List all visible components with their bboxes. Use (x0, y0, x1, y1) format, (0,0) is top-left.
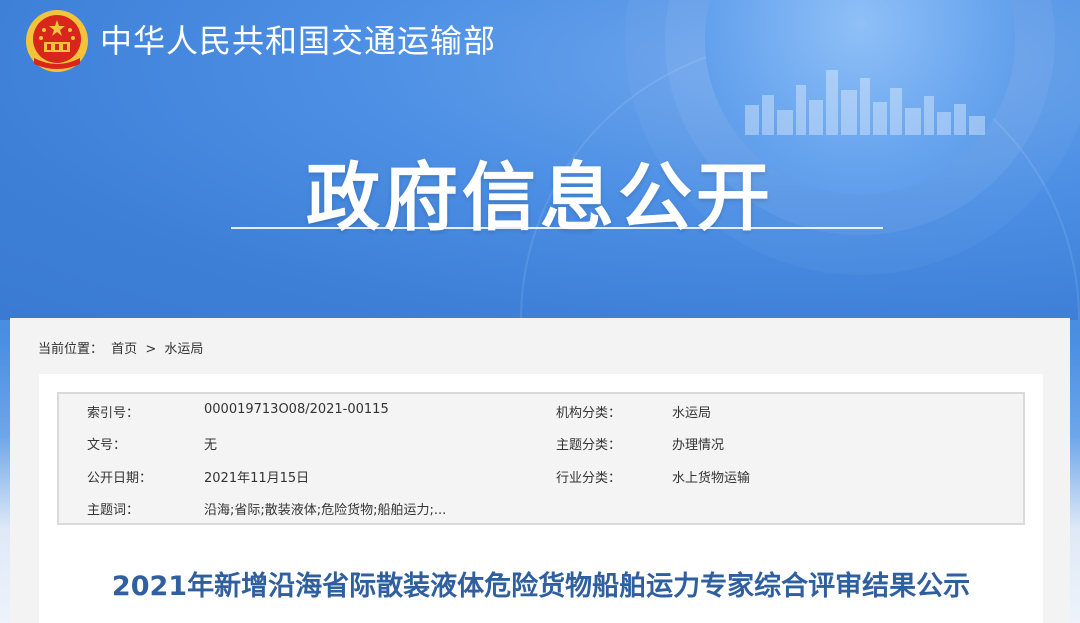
metadata-table: 索引号： 000019713O08/2021-00115 机构分类： 水运局 文… (57, 392, 1025, 525)
header-banner: 中华人民共和国交通运输部 政府信息公开 (0, 0, 1080, 320)
national-emblem-icon (26, 10, 88, 72)
article-content: 索引号： 000019713O08/2021-00115 机构分类： 水运局 文… (39, 374, 1043, 623)
keywords-label: 主题词： (87, 503, 140, 518)
topic-label: 主题分类： (556, 438, 622, 453)
ministry-name[interactable]: 中华人民共和国交通运输部 (100, 16, 496, 62)
breadcrumb-separator: > (145, 342, 157, 357)
metadata-row: 文号： 无 主题分类： 办理情况 (59, 434, 1023, 454)
breadcrumb-home-link[interactable]: 首页 (111, 342, 137, 357)
city-skyline-icon (745, 70, 985, 135)
main-panel: 当前位置： 首页 > 水运局 索引号： 000019713O08/2021-00… (10, 318, 1070, 623)
metadata-row: 主题词： 沿海;省际;散装液体;危险货物;船舶运力;... (59, 499, 1023, 519)
metadata-row: 索引号： 000019713O08/2021-00115 机构分类： 水运局 (59, 402, 1023, 422)
breadcrumb-current-link[interactable]: 水运局 (164, 342, 203, 357)
date-label: 公开日期： (87, 471, 153, 486)
date-value: 2021年11月15日 (204, 471, 310, 486)
doc-value: 无 (204, 438, 218, 453)
org-value: 水运局 (672, 406, 712, 421)
breadcrumb: 当前位置： 首页 > 水运局 (38, 338, 207, 357)
title-underline (231, 227, 883, 229)
industry-value: 水上货物运输 (672, 471, 751, 486)
breadcrumb-prefix: 当前位置： (38, 342, 104, 357)
article-title: 2021年新增沿海省际散装液体危险货物船舶运力专家综合评审结果公示 (111, 571, 971, 602)
doc-label: 文号： (87, 438, 127, 453)
keywords-value: 沿海;省际;散装液体;危险货物;船舶运力;... (204, 503, 447, 518)
industry-label: 行业分类： (556, 471, 622, 486)
org-label: 机构分类： (556, 406, 622, 421)
metadata-row: 公开日期： 2021年11月15日 行业分类： 水上货物运输 (59, 467, 1023, 487)
index-value: 000019713O08/2021-00115 (204, 402, 389, 417)
topic-value: 办理情况 (672, 438, 725, 453)
index-label: 索引号： (87, 406, 140, 421)
